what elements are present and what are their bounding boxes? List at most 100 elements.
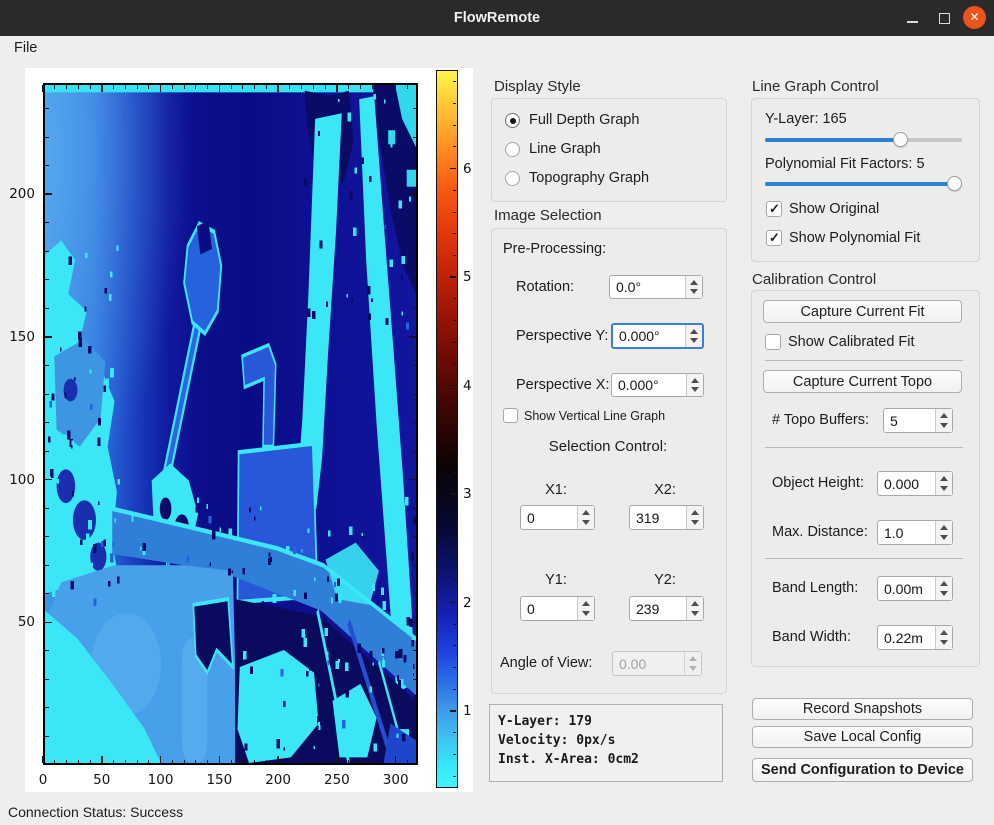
spin-down-icon (940, 423, 948, 428)
tick-mark (450, 493, 456, 494)
tick-label: 0 (39, 772, 48, 788)
tick-mark (453, 667, 456, 668)
tick-label: 100 (148, 772, 174, 788)
window-title: FlowRemote (0, 0, 994, 36)
band-length-label: Band Length: (772, 580, 858, 596)
band-length-spin-arrows[interactable] (935, 577, 952, 600)
maximize-button[interactable] (930, 0, 960, 36)
tick-mark (453, 450, 456, 451)
spin-down-icon (940, 640, 948, 645)
max-distance-label: Max. Distance: (772, 524, 868, 540)
topo-buffers-spin-arrows[interactable] (935, 409, 952, 432)
tick-mark (450, 276, 456, 277)
slider-knob[interactable] (893, 132, 908, 147)
y2-label: Y2: (625, 572, 705, 588)
show-polynomial-fit-checkbox[interactable] (766, 230, 782, 246)
tick-label: 150 (206, 772, 232, 788)
y2-value: 239 (630, 601, 686, 617)
x2-label: X2: (625, 482, 705, 498)
topo-buffers-spinbox[interactable]: 5 (883, 408, 953, 433)
x1-spinbox[interactable]: 0 (520, 505, 595, 530)
angle-of-view-spinbox: 0.00 (612, 651, 702, 676)
max-distance-value: 1.0 (878, 525, 935, 541)
record-snapshots-button[interactable]: Record Snapshots (752, 698, 973, 720)
show-vertical-line-graph-checkbox[interactable] (503, 408, 518, 423)
slider-knob[interactable] (947, 176, 962, 191)
capture-current-topo-button[interactable]: Capture Current Topo (763, 370, 962, 393)
angle-of-view-label: Angle of View: (500, 655, 592, 671)
depth-image[interactable] (43, 83, 418, 765)
close-button[interactable] (960, 0, 990, 36)
rotation-spinbox[interactable]: 0.0° (609, 275, 703, 299)
object-height-label: Object Height: (772, 475, 864, 491)
tick-label: 5 (463, 269, 472, 285)
perspective-y-spin-arrows[interactable] (685, 325, 702, 347)
minimize-icon (907, 21, 918, 23)
calibration-control-title: Calibration Control (752, 271, 876, 288)
band-width-spin-arrows[interactable] (935, 626, 952, 649)
radio-full-depth-graph[interactable] (505, 113, 520, 128)
perspective-x-spinbox[interactable]: 0.000° (611, 373, 704, 397)
show-original-checkbox[interactable] (766, 201, 782, 217)
capture-current-fit-button[interactable]: Capture Current Fit (763, 300, 962, 323)
y1-label: Y1: (516, 572, 596, 588)
radio-line-graph[interactable] (505, 142, 520, 157)
tick-label: 4 (463, 378, 472, 394)
band-length-spinbox[interactable]: 0.00m (877, 576, 953, 601)
tick-label: 100 (9, 472, 35, 488)
tick-label: 1 (463, 703, 472, 719)
image-selection-title: Image Selection (494, 207, 602, 224)
y2-spin-arrows[interactable] (686, 597, 703, 620)
perspective-y-spinbox[interactable]: 0.000° (611, 323, 704, 349)
y1-spinbox[interactable]: 0 (520, 596, 595, 621)
save-local-config-button[interactable]: Save Local Config (752, 726, 973, 748)
menubar: File (0, 36, 994, 60)
spin-up-icon (582, 510, 590, 515)
perspective-y-label: Perspective Y: (516, 328, 608, 344)
poly-fit-slider[interactable] (765, 176, 962, 191)
tick-label: 3 (463, 486, 472, 502)
radio-topography-graph[interactable] (505, 171, 520, 186)
menu-file[interactable]: File (0, 36, 51, 60)
preprocessing-label: Pre-Processing: (503, 241, 606, 257)
spin-down-icon (582, 611, 590, 616)
max-distance-spinbox[interactable]: 1.0 (877, 520, 953, 545)
show-calibrated-fit-checkbox[interactable] (765, 334, 781, 350)
flowremote-window: FlowRemote File (0, 0, 994, 825)
statusbar: Connection Status: Success (0, 800, 994, 825)
send-configuration-button[interactable]: Send Configuration to Device (752, 758, 973, 782)
tick-mark (453, 776, 456, 777)
show-polynomial-fit-label: Show Polynomial Fit (789, 230, 920, 246)
x1-spin-arrows[interactable] (577, 506, 594, 529)
object-height-spin-arrows[interactable] (935, 472, 952, 495)
minimize-button[interactable] (898, 0, 928, 36)
tick-mark (453, 732, 456, 733)
x2-spinbox[interactable]: 319 (629, 505, 704, 530)
separator (765, 558, 963, 559)
spin-down-icon (691, 387, 699, 392)
poly-fit-label: Polynomial Fit Factors: 5 (765, 156, 925, 172)
tick-label: 150 (9, 329, 35, 345)
spin-up-icon (690, 329, 698, 334)
band-width-spinbox[interactable]: 0.22m (877, 625, 953, 650)
y1-spin-arrows[interactable] (577, 597, 594, 620)
tick-mark (453, 103, 456, 104)
x1-label: X1: (516, 482, 596, 498)
max-distance-spin-arrows[interactable] (935, 521, 952, 544)
separator (765, 360, 963, 361)
rotation-spin-arrows[interactable] (685, 276, 702, 298)
rotation-label: Rotation: (516, 279, 574, 295)
depth-plot-axes: 05010015020025030050100150200 (43, 83, 418, 765)
y2-spinbox[interactable]: 239 (629, 596, 704, 621)
spin-up-icon (690, 280, 698, 285)
y-layer-slider[interactable] (765, 132, 962, 147)
tick-mark (453, 298, 456, 299)
spin-down-icon (940, 535, 948, 540)
colorbar-ticks: 123456 (437, 71, 457, 787)
object-height-spinbox[interactable]: 0.000 (877, 471, 953, 496)
tick-mark (453, 407, 456, 408)
x2-spin-arrows[interactable] (686, 506, 703, 529)
perspective-x-spin-arrows[interactable] (686, 374, 703, 396)
spin-down-icon (689, 666, 697, 671)
spin-up-icon (689, 656, 697, 661)
